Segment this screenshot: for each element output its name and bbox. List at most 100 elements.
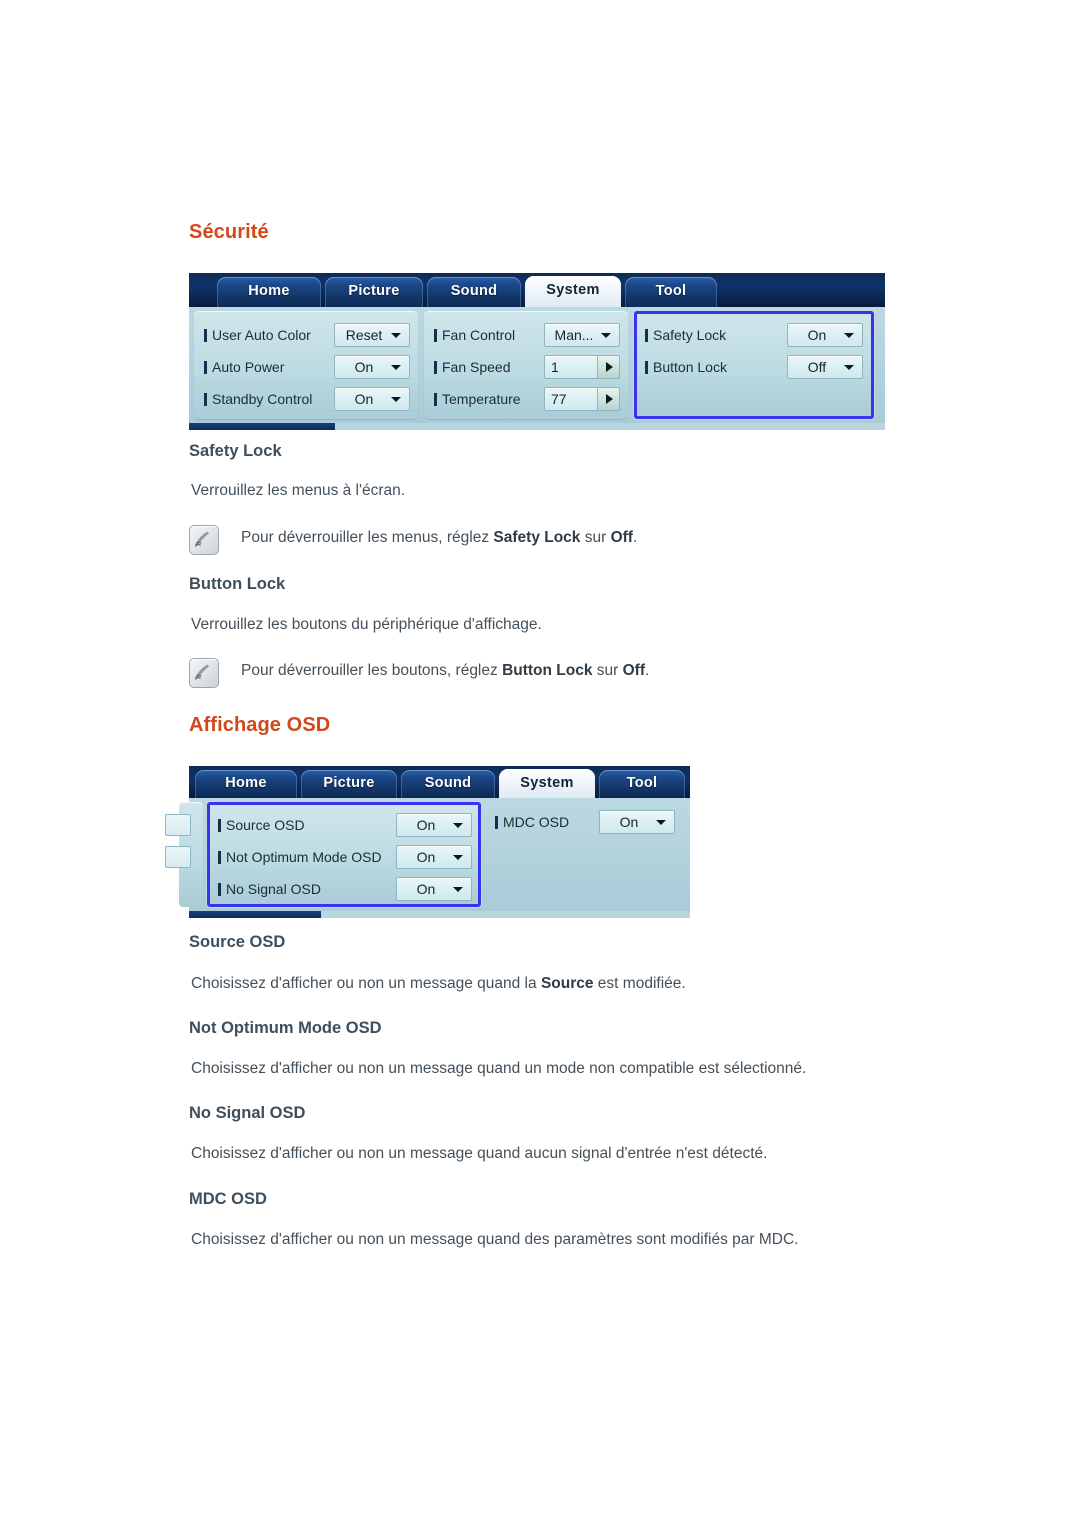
osd-column-lock-selected: Safety Lock On Button Lock Off [634, 311, 874, 419]
osd-dropdown-standby-control[interactable]: On [334, 387, 410, 411]
subheading-mdc-osd: MDC OSD [189, 1190, 267, 1208]
osd-dropdown-button-lock[interactable]: Off [787, 355, 863, 379]
osd-tab-picture[interactable]: Picture [325, 277, 423, 307]
osd-tab-sound[interactable]: Sound [401, 770, 495, 798]
chevron-down-icon [453, 855, 463, 860]
osd-field-partial[interactable] [165, 846, 191, 868]
osd-label-button-lock: Button Lock [645, 355, 727, 379]
osd-row-mdc-osd: MDC OSD On [495, 810, 675, 834]
manual-page: Sécurité Home Picture Sound System Tool … [0, 0, 1080, 1527]
stepper-increase-icon[interactable] [597, 387, 620, 411]
osd-tab-home[interactable]: Home [195, 770, 297, 798]
osd-body: User Auto Color Reset Auto Power On Stan… [189, 307, 885, 423]
osd-column-general: User Auto Color Reset Auto Power On Stan… [194, 311, 418, 419]
osd-row-not-optimum-mode-osd: Not Optimum Mode OSD On [218, 845, 472, 869]
osd-column-osd-messages-selected: Source OSD On Not Optimum Mode OSD On No… [207, 802, 481, 907]
bullet-marker-icon [218, 851, 221, 864]
osd-value-no-signal-osd: On [416, 881, 436, 897]
bullet-marker-icon [218, 819, 221, 832]
osd-dropdown-not-optimum-mode-osd[interactable]: On [396, 845, 472, 869]
osd-value-fan-speed: 1 [551, 359, 559, 375]
osd-value-temperature: 77 [551, 391, 567, 407]
stepper-increase-icon[interactable] [597, 355, 620, 379]
osd-dropdown-fan-control[interactable]: Man... [544, 323, 620, 347]
osd-horizontal-scrollbar[interactable] [189, 423, 885, 430]
description-mdc-osd: Choisissez d'afficher ou non un message … [191, 1231, 799, 1248]
osd-tab-tool[interactable]: Tool [599, 770, 685, 798]
osd-tab-home[interactable]: Home [217, 277, 321, 307]
osd-label-auto-power: Auto Power [204, 355, 284, 379]
osd-label-safety-lock: Safety Lock [645, 323, 726, 347]
note-text-safety-lock: Pour déverrouiller les menus, réglez Saf… [241, 529, 638, 546]
description-button-lock: Verrouillez les boutons du périphérique … [191, 616, 542, 633]
osd-tab-picture[interactable]: Picture [301, 770, 397, 798]
osd-label-standby-control: Standby Control [204, 387, 312, 411]
osd-row-source-osd: Source OSD On [218, 813, 472, 837]
chevron-down-icon [601, 333, 611, 338]
osd-value-button-lock: Off [807, 359, 827, 375]
subheading-no-signal-osd: No Signal OSD [189, 1104, 306, 1122]
osd-row-fan-speed: Fan Speed 1 [434, 355, 620, 379]
note-button-lock: Pour déverrouiller les boutons, réglez B… [189, 658, 889, 690]
page-title-affichage-osd: Affichage OSD [189, 714, 331, 736]
scrollbar-thumb[interactable] [189, 911, 321, 918]
subheading-button-lock: Button Lock [189, 575, 286, 593]
bullet-marker-icon [645, 361, 648, 374]
bullet-marker-icon [495, 816, 498, 829]
osd-label-no-signal-osd: No Signal OSD [218, 877, 321, 901]
bullet-marker-icon [204, 393, 207, 406]
osd-row-auto-power: Auto Power On [204, 355, 410, 379]
osd-row-no-signal-osd: No Signal OSD On [218, 877, 472, 901]
osd-label-not-optimum-mode-osd: Not Optimum Mode OSD [218, 845, 382, 869]
chevron-down-icon [453, 887, 463, 892]
osd-tab-sound[interactable]: Sound [427, 277, 521, 307]
osd-dropdown-auto-power[interactable]: On [334, 355, 410, 379]
osd-value-safety-lock: On [807, 327, 827, 343]
osd-value-auto-power: On [354, 359, 374, 375]
osd-value-not-optimum-mode-osd: On [416, 849, 436, 865]
subheading-not-optimum-mode-osd: Not Optimum Mode OSD [189, 1019, 382, 1037]
osd-dropdown-mdc-osd[interactable]: On [599, 810, 675, 834]
osd-value-source-osd: On [416, 817, 436, 833]
subheading-source-osd: Source OSD [189, 933, 286, 951]
osd-column-mdc: MDC OSD On [489, 802, 679, 907]
osd-label-temperature: Temperature [434, 387, 521, 411]
osd-dropdown-no-signal-osd[interactable]: On [396, 877, 472, 901]
osd-row-temperature: Temperature 77 [434, 387, 620, 411]
description-no-signal-osd: Choisissez d'afficher ou non un message … [191, 1145, 768, 1162]
bullet-marker-icon [204, 329, 207, 342]
osd-field-partial[interactable] [165, 814, 191, 836]
osd-dropdown-safety-lock[interactable]: On [787, 323, 863, 347]
chevron-down-icon [844, 365, 854, 370]
scrollbar-thumb[interactable] [189, 423, 335, 430]
osd-system-menu: Home Picture Sound System Tool User Auto… [189, 273, 885, 430]
chevron-down-icon [844, 333, 854, 338]
osd-tabbar: Home Picture Sound System Tool [189, 766, 690, 798]
osd-column-partial-offscreen [165, 802, 203, 907]
osd-row-safety-lock: Safety Lock On [645, 323, 863, 347]
note-text-button-lock: Pour déverrouiller les boutons, réglez B… [241, 662, 650, 679]
osd-dropdown-source-osd[interactable]: On [396, 813, 472, 837]
osd-horizontal-scrollbar[interactable] [189, 911, 690, 918]
osd-label-user-auto-color: User Auto Color [204, 323, 311, 347]
osd-tab-system[interactable]: System [525, 276, 621, 307]
description-not-optimum-mode-osd: Choisissez d'afficher ou non un message … [191, 1060, 807, 1077]
description-safety-lock: Verrouillez les menus à l'écran. [191, 482, 406, 499]
osd-row-button-lock: Button Lock Off [645, 355, 863, 379]
bullet-marker-icon [204, 361, 207, 374]
osd-label-source-osd: Source OSD [218, 813, 305, 837]
osd-label-fan-control: Fan Control [434, 323, 515, 347]
osd-row-user-auto-color: User Auto Color Reset [204, 323, 410, 347]
osd-tab-tool[interactable]: Tool [625, 277, 717, 307]
osd-row-standby-control: Standby Control On [204, 387, 410, 411]
note-pen-icon [189, 658, 219, 688]
chevron-down-icon [391, 365, 401, 370]
osd-tab-system[interactable]: System [499, 769, 595, 798]
osd-tabbar: Home Picture Sound System Tool [189, 273, 885, 307]
osd-label-fan-speed: Fan Speed [434, 355, 511, 379]
chevron-down-icon [453, 823, 463, 828]
osd-spinner-fan-speed[interactable]: 1 [544, 355, 620, 379]
osd-value-fan-control: Man... [554, 327, 594, 343]
osd-dropdown-user-auto-color[interactable]: Reset [334, 323, 410, 347]
osd-spinner-temperature[interactable]: 77 [544, 387, 620, 411]
